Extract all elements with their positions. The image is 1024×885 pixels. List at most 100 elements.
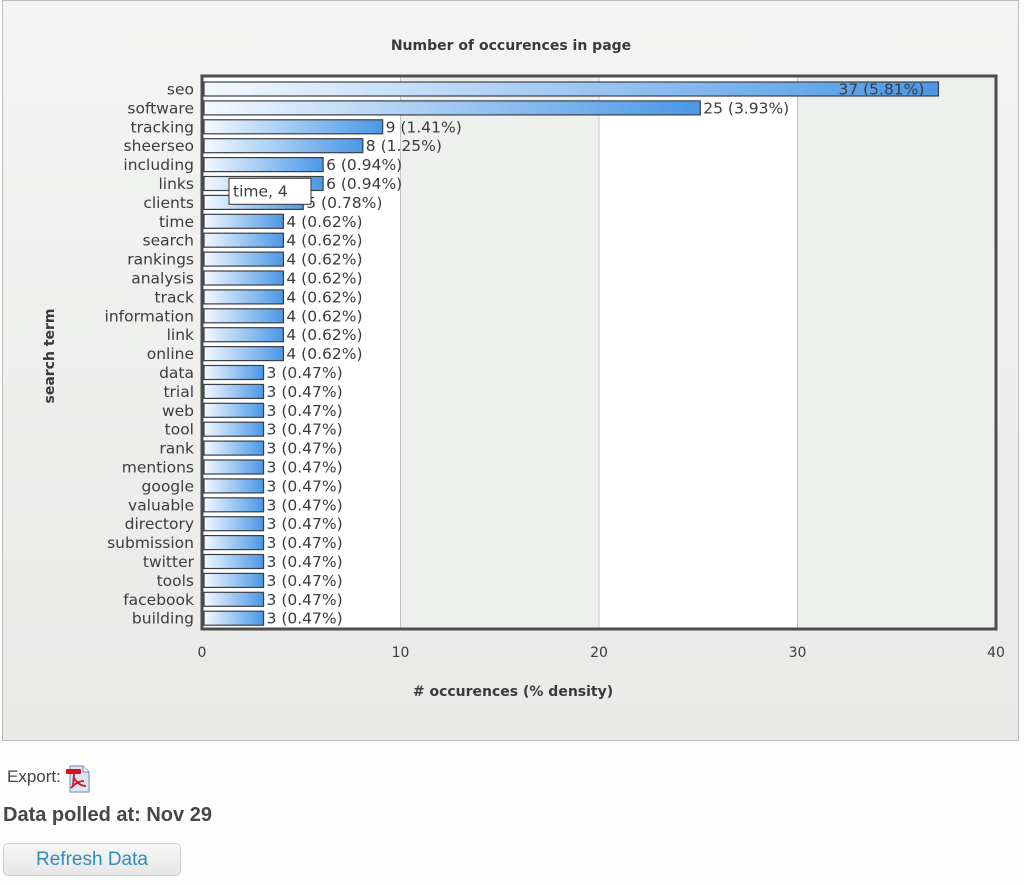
bar-submission[interactable] xyxy=(203,534,265,551)
category-label: submission xyxy=(107,534,194,552)
export-label: Export: xyxy=(7,767,61,786)
data-label: 3 (0.47%) xyxy=(267,440,343,458)
refresh-data-button[interactable]: Refresh Data xyxy=(3,843,181,876)
category-label: time xyxy=(159,213,194,231)
category-label: seo xyxy=(167,81,194,99)
bar-data[interactable] xyxy=(203,364,265,381)
data-label: 3 (0.47%) xyxy=(267,534,343,552)
data-label: 25 (3.93%) xyxy=(703,99,789,117)
tooltip-text: time, 4 xyxy=(233,182,288,200)
data-label: 8 (1.25%) xyxy=(366,137,442,155)
bar-online[interactable] xyxy=(203,346,285,362)
bar-tool[interactable] xyxy=(203,421,265,437)
y-axis-label: search term xyxy=(42,309,58,404)
data-label: 3 (0.47%) xyxy=(267,477,343,495)
category-label: track xyxy=(155,288,194,306)
category-label: links xyxy=(159,175,195,193)
x-tick-label: 10 xyxy=(392,645,410,661)
data-label: 3 (0.47%) xyxy=(267,591,343,609)
category-label: rankings xyxy=(127,251,194,269)
bar-link[interactable] xyxy=(203,327,285,343)
bar-sheerseo[interactable] xyxy=(203,138,364,154)
category-label: clients xyxy=(143,194,194,212)
x-tick-label: 20 xyxy=(590,645,608,661)
data-label: 3 (0.47%) xyxy=(267,610,343,628)
chart-title: Number of occurences in page xyxy=(391,38,631,54)
category-label: building xyxy=(132,610,194,628)
bar-building[interactable] xyxy=(203,610,265,626)
category-label: data xyxy=(159,364,194,382)
bar-analysis[interactable] xyxy=(203,270,285,286)
bar-information[interactable] xyxy=(203,308,285,324)
category-label: facebook xyxy=(123,591,194,609)
category-label: including xyxy=(123,156,194,174)
data-label: 3 (0.47%) xyxy=(267,496,343,514)
data-label: 9 (1.41%) xyxy=(386,118,462,136)
category-label: twitter xyxy=(143,553,195,571)
tooltip: time, 4 xyxy=(228,177,312,205)
category-label: web xyxy=(162,402,194,420)
bar-tracking[interactable] xyxy=(203,119,384,135)
bar-facebook[interactable] xyxy=(203,591,265,607)
data-label: 4 (0.62%) xyxy=(286,345,362,363)
category-label: google xyxy=(142,477,195,495)
data-label: 4 (0.62%) xyxy=(286,251,362,269)
export-row: Export: xyxy=(7,762,91,794)
category-label: software xyxy=(127,99,194,117)
data-label: 3 (0.47%) xyxy=(267,383,343,401)
category-label: online xyxy=(147,345,194,363)
category-label: directory xyxy=(125,515,194,533)
data-label: 3 (0.47%) xyxy=(267,572,343,590)
bar-directory[interactable] xyxy=(203,516,265,532)
bar-trial[interactable] xyxy=(203,383,265,399)
bar-track[interactable] xyxy=(203,289,285,305)
x-tick-label: 0 xyxy=(198,645,207,661)
x-axis-label: # occurences (% density) xyxy=(413,684,613,700)
bar-including[interactable] xyxy=(203,157,324,173)
bar-web[interactable] xyxy=(203,402,265,418)
bar-chart: Number of occurences in page 37 (5.81%) 2… xyxy=(42,38,1005,700)
category-label: rank xyxy=(159,440,194,458)
data-label: 3 (0.47%) xyxy=(267,364,343,382)
data-label: 4 (0.62%) xyxy=(286,270,362,288)
category-label: tools xyxy=(157,572,194,590)
data-label: 37 (5.81%) xyxy=(838,81,924,99)
category-label: mentions xyxy=(122,459,194,477)
data-polled-status: Data polled at: Nov 29 xyxy=(3,804,212,826)
data-label: 4 (0.62%) xyxy=(286,232,362,250)
data-label: 4 (0.62%) xyxy=(286,213,362,231)
bar-tools[interactable] xyxy=(203,572,265,589)
data-label: 4 (0.62%) xyxy=(286,288,362,306)
pdf-icon[interactable] xyxy=(65,764,91,794)
data-label: 3 (0.47%) xyxy=(267,402,343,420)
data-label: 4 (0.62%) xyxy=(286,326,362,344)
bar-google[interactable] xyxy=(203,478,265,494)
bar-valuable[interactable] xyxy=(203,497,265,513)
bar-software[interactable] xyxy=(203,100,701,116)
bar-rank[interactable] xyxy=(203,440,265,456)
data-label: 5 (0.78%) xyxy=(306,194,382,212)
data-label: 6 (0.94%) xyxy=(326,156,402,174)
bar-twitter[interactable] xyxy=(203,553,265,570)
bar-time[interactable] xyxy=(203,213,285,229)
category-label: information xyxy=(105,307,194,325)
bar-seo[interactable] xyxy=(203,81,940,97)
data-label: 4 (0.62%) xyxy=(286,307,362,325)
data-label: 3 (0.47%) xyxy=(267,459,343,477)
category-label: tool xyxy=(165,421,194,439)
data-label: 3 (0.47%) xyxy=(267,421,343,439)
chart-panel: Number of occurences in page 37 (5.81%) 2… xyxy=(2,0,1019,741)
bar-search[interactable] xyxy=(203,232,285,248)
bar-rankings[interactable] xyxy=(203,251,285,267)
category-label: sheerseo xyxy=(124,137,194,155)
plot-band xyxy=(400,76,599,629)
bar-mentions[interactable] xyxy=(203,459,265,475)
category-label: valuable xyxy=(128,496,194,514)
category-label: search xyxy=(143,232,195,250)
plot-band xyxy=(797,76,996,629)
data-label: 3 (0.47%) xyxy=(267,553,343,571)
category-label: link xyxy=(167,326,194,344)
category-label: tracking xyxy=(131,118,194,136)
category-label: analysis xyxy=(131,270,194,288)
x-tick-label: 40 xyxy=(987,645,1005,661)
